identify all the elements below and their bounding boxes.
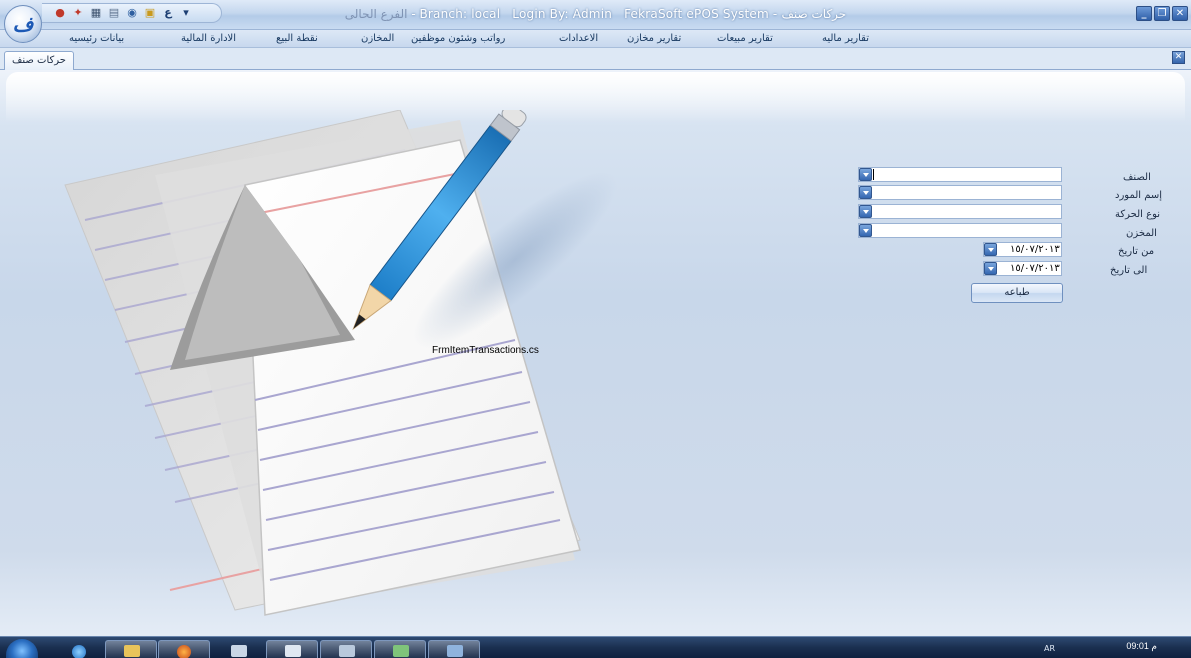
- document-icon: [285, 645, 301, 657]
- monitor-icon: [393, 645, 409, 657]
- form-file-caption: FrmItemTransactions.cs: [432, 345, 539, 356]
- chevron-down-icon[interactable]: [984, 243, 997, 256]
- taskbar-firefox-button[interactable]: [158, 640, 210, 658]
- minimize-icon: _: [1141, 8, 1147, 19]
- windows-taskbar: AR 09:01 م: [0, 636, 1191, 658]
- text-cursor: [873, 169, 874, 180]
- menu-bar: تقارير ماليه تقارير مبيعات تقارير مخازن …: [0, 30, 1191, 48]
- form-content: FrmItemTransactions.cs الصنف إسم المورد …: [0, 70, 1191, 636]
- chevron-down-icon[interactable]: [859, 168, 872, 181]
- restore-button[interactable]: ❐: [1154, 6, 1170, 21]
- taskbar-app-button[interactable]: [212, 640, 264, 658]
- menu-sales-reports[interactable]: تقارير مبيعات: [717, 33, 773, 44]
- menu-inventory-reports[interactable]: تقارير مخازن: [627, 33, 681, 44]
- app-name: FekraSoft ePOS System: [624, 7, 769, 21]
- menu-payroll-hr[interactable]: رواتب وشئون موظفين: [411, 33, 505, 44]
- item-combobox[interactable]: [858, 167, 1062, 182]
- supplier-combobox[interactable]: [858, 185, 1062, 200]
- tab-close-button[interactable]: ✕: [1172, 51, 1185, 64]
- tab-strip: حركات صنف ✕: [0, 48, 1191, 70]
- start-button[interactable]: [6, 639, 38, 658]
- menu-master-data[interactable]: بيانات رئيسيه: [69, 33, 124, 44]
- window-icon: [231, 645, 247, 657]
- title-bar: ● ✦ ▦ ▤ ◉ ▣ ع ▾ الفرع الحالى - Branch: l…: [0, 0, 1191, 30]
- window-title: الفرع الحالى - Branch: local Login By: A…: [344, 7, 847, 21]
- branch-current-label: الفرع الحالى: [344, 7, 408, 21]
- item-label: الصنف: [1123, 172, 1151, 183]
- chevron-down-icon[interactable]: [984, 262, 997, 275]
- menu-financial-reports[interactable]: تقارير ماليه: [822, 33, 869, 44]
- menu-settings[interactable]: الاعدادات: [559, 33, 598, 44]
- menu-point-of-sale[interactable]: نقطة البيع: [276, 33, 318, 44]
- store-combobox[interactable]: [858, 223, 1062, 238]
- to-date-label: الى تاريخ: [1110, 265, 1148, 276]
- menu-financial-management[interactable]: الادارة المالية: [181, 33, 236, 44]
- from-date-label: من تاريخ: [1118, 246, 1155, 257]
- chevron-down-icon[interactable]: [859, 205, 872, 218]
- taskbar-document-button[interactable]: [266, 640, 318, 658]
- taskbar-app2-button[interactable]: [320, 640, 372, 658]
- application-menu-button[interactable]: ف: [4, 5, 42, 43]
- minimize-button[interactable]: _: [1136, 6, 1152, 21]
- taskbar-explorer-button[interactable]: [105, 640, 157, 658]
- module-title: حركات صنف: [781, 7, 847, 21]
- screen-icon: [447, 645, 463, 657]
- movement-type-combobox[interactable]: [858, 204, 1062, 219]
- menu-stores[interactable]: المخازن: [361, 33, 394, 44]
- print-button[interactable]: طباعه: [971, 283, 1063, 303]
- chevron-down-icon[interactable]: [859, 224, 872, 237]
- chevron-down-icon[interactable]: [859, 186, 872, 199]
- firefox-icon: [177, 645, 191, 658]
- from-date-picker[interactable]: ١٥/٠٧/٢٠١٣: [983, 242, 1062, 257]
- close-button[interactable]: ✕: [1172, 6, 1188, 21]
- clock[interactable]: 09:01 م: [1126, 641, 1157, 652]
- taskbar-browser-button[interactable]: [53, 640, 105, 658]
- taskbar-app4-button[interactable]: [428, 640, 480, 658]
- close-icon: ✕: [1175, 8, 1185, 19]
- login-label: Login By: Admin: [512, 7, 613, 21]
- internet-explorer-icon: [72, 645, 86, 658]
- application-icon: [339, 645, 355, 657]
- app-logo-icon: ف: [12, 12, 34, 36]
- movement-type-label: نوع الحركة: [1115, 209, 1161, 220]
- language-indicator[interactable]: AR: [1044, 644, 1055, 653]
- store-label: المخزن: [1126, 228, 1157, 239]
- folder-icon: [124, 645, 140, 657]
- tab-item-transactions[interactable]: حركات صنف: [4, 51, 74, 70]
- branch-label: Branch: local: [419, 7, 501, 21]
- paper-pencil-illustration: [64, 110, 618, 616]
- restore-icon: ❐: [1157, 8, 1167, 19]
- supplier-label: إسم المورد: [1115, 190, 1163, 201]
- taskbar-app3-button[interactable]: [374, 640, 426, 658]
- close-icon: ✕: [1174, 52, 1183, 62]
- to-date-picker[interactable]: ١٥/٠٧/٢٠١٣: [983, 261, 1062, 276]
